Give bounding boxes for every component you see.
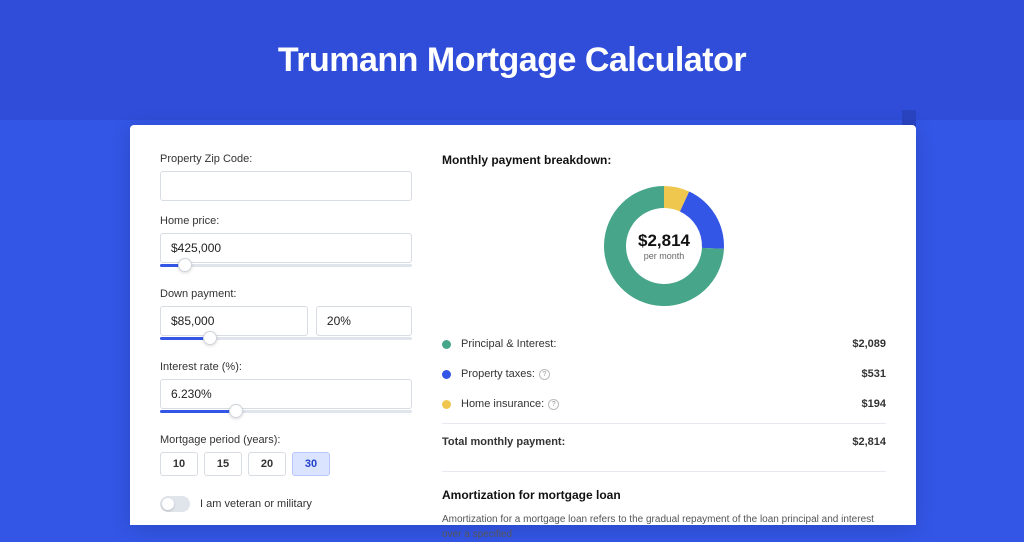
donut-sub: per month: [638, 251, 690, 261]
veteran-toggle[interactable]: [160, 496, 190, 512]
amortization-text: Amortization for a mortgage loan refers …: [442, 512, 886, 542]
legend: Principal & Interest:$2,089Property taxe…: [442, 329, 886, 419]
total-row: Total monthly payment: $2,814: [442, 423, 886, 457]
legend-dot: [442, 400, 451, 409]
amortization-section: Amortization for mortgage loan Amortizat…: [442, 471, 886, 542]
legend-dot: [442, 370, 451, 379]
zip-field: Property Zip Code:: [160, 153, 412, 201]
legend-value: $194: [862, 398, 886, 410]
legend-row: Home insurance:?$194: [442, 389, 886, 419]
down-payment-pct-input[interactable]: [316, 306, 412, 336]
interest-rate-slider[interactable]: [160, 408, 412, 420]
help-icon[interactable]: ?: [548, 399, 559, 410]
home-price-field: Home price:: [160, 215, 412, 274]
interest-rate-input[interactable]: [160, 379, 412, 409]
legend-row: Property taxes:?$531: [442, 359, 886, 389]
total-label: Total monthly payment:: [442, 436, 852, 448]
period-label: Mortgage period (years):: [160, 434, 412, 446]
breakdown-title: Monthly payment breakdown:: [442, 153, 886, 167]
period-20-button[interactable]: 20: [248, 452, 286, 476]
home-price-label: Home price:: [160, 215, 412, 227]
slider-thumb[interactable]: [229, 404, 243, 418]
down-payment-label: Down payment:: [160, 288, 412, 300]
veteran-row: I am veteran or military: [160, 496, 412, 512]
total-value: $2,814: [852, 436, 886, 448]
down-payment-field: Down payment:: [160, 288, 412, 347]
legend-value: $531: [862, 368, 886, 380]
legend-row: Principal & Interest:$2,089: [442, 329, 886, 359]
slider-thumb[interactable]: [203, 331, 217, 345]
donut-value: $2,814: [638, 231, 690, 251]
donut-center: $2,814 per month: [638, 231, 690, 261]
legend-value: $2,089: [852, 338, 886, 350]
down-payment-slider[interactable]: [160, 335, 412, 347]
home-price-input[interactable]: [160, 233, 412, 263]
period-10-button[interactable]: 10: [160, 452, 198, 476]
zip-label: Property Zip Code:: [160, 153, 412, 165]
interest-rate-label: Interest rate (%):: [160, 361, 412, 373]
interest-rate-field: Interest rate (%):: [160, 361, 412, 420]
breakdown-column: Monthly payment breakdown: $2,814 per mo…: [442, 153, 886, 525]
veteran-label: I am veteran or military: [200, 498, 312, 510]
legend-label: Property taxes:?: [461, 368, 862, 380]
home-price-slider[interactable]: [160, 262, 412, 274]
donut-chart-area: $2,814 per month: [442, 181, 886, 311]
slider-thumb[interactable]: [178, 258, 192, 272]
help-icon[interactable]: ?: [539, 369, 550, 380]
legend-label: Principal & Interest:: [461, 338, 852, 350]
page-title: Trumann Mortgage Calculator: [278, 41, 746, 80]
down-payment-input[interactable]: [160, 306, 308, 336]
period-15-button[interactable]: 15: [204, 452, 242, 476]
legend-dot: [442, 340, 451, 349]
amortization-title: Amortization for mortgage loan: [442, 488, 886, 502]
period-buttons: 10 15 20 30: [160, 452, 412, 476]
calculator-card: Property Zip Code: Home price: Down paym…: [130, 125, 916, 525]
input-column: Property Zip Code: Home price: Down paym…: [160, 153, 412, 525]
period-30-button[interactable]: 30: [292, 452, 330, 476]
donut-chart: $2,814 per month: [599, 181, 729, 311]
period-field: Mortgage period (years): 10 15 20 30: [160, 434, 412, 476]
legend-label: Home insurance:?: [461, 398, 862, 410]
zip-input[interactable]: [160, 171, 412, 201]
